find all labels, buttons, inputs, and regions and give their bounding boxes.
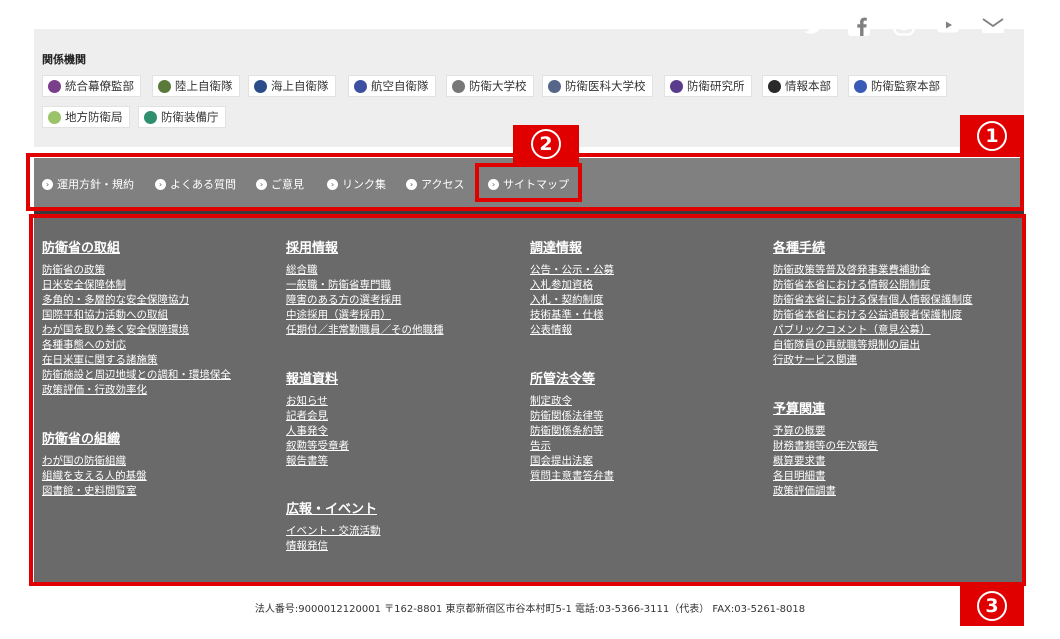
nda-emblem-icon: [452, 79, 465, 93]
mail-icon[interactable]: [981, 13, 1005, 37]
agency-label: 防衛医科大学校: [565, 79, 646, 93]
related-agencies-title: 関係機関: [42, 53, 86, 66]
nids-logo-icon: [670, 79, 683, 93]
atla-globe-icon: [144, 110, 157, 124]
msdf-emblem-icon: [254, 79, 267, 93]
gsdf-emblem-icon: [158, 79, 171, 93]
agency-label: 防衛研究所: [687, 79, 745, 93]
annotation-badge-2: 2: [513, 125, 579, 163]
agency-label: 陸上自衛隊: [175, 79, 233, 93]
agency-link[interactable]: 防衛装備庁: [138, 106, 226, 128]
annotation-box-2: [475, 163, 582, 202]
iggo-logo-icon: [854, 79, 867, 93]
agency-link[interactable]: 情報本部: [762, 75, 838, 97]
dih-emblem-icon: [768, 79, 781, 93]
agency-link[interactable]: 地方防衛局: [42, 106, 130, 128]
youtube-icon[interactable]: [936, 13, 960, 37]
facebook-icon[interactable]: [847, 13, 871, 37]
agency-link[interactable]: 陸上自衛隊: [152, 75, 240, 97]
instagram-icon[interactable]: [892, 13, 916, 37]
agency-link[interactable]: 統合幕僚監部: [42, 75, 141, 97]
agency-label: 防衛装備庁: [161, 110, 219, 124]
ndmc-emblem-icon: [548, 79, 561, 93]
agency-label: 防衛大学校: [469, 79, 527, 93]
agency-link[interactable]: 防衛監察本部: [848, 75, 947, 97]
agency-link[interactable]: 防衛研究所: [664, 75, 752, 97]
joint-staff-emblem-icon: [48, 79, 61, 93]
agency-link[interactable]: 航空自衛隊: [348, 75, 436, 97]
agency-label: 防衛監察本部: [871, 79, 940, 93]
agency-label: 航空自衛隊: [371, 79, 429, 93]
regional-bureau-icon: [48, 110, 61, 124]
agency-link[interactable]: 防衛医科大学校: [542, 75, 653, 97]
agency-link[interactable]: 海上自衛隊: [248, 75, 336, 97]
agency-link[interactable]: 防衛大学校: [446, 75, 534, 97]
agency-label: 地方防衛局: [65, 110, 123, 124]
annotation-box-3: [29, 214, 1026, 586]
agency-label: 統合幕僚監部: [65, 79, 134, 93]
asdf-emblem-icon: [354, 79, 367, 93]
agency-label: 海上自衛隊: [271, 79, 329, 93]
twitter-icon[interactable]: [802, 13, 826, 37]
annotation-badge-1: 1: [960, 115, 1024, 157]
agency-label: 情報本部: [785, 79, 831, 93]
corporate-info: 法人番号:9000012120001 〒162-8801 東京都新宿区市谷本村町…: [254, 604, 806, 615]
